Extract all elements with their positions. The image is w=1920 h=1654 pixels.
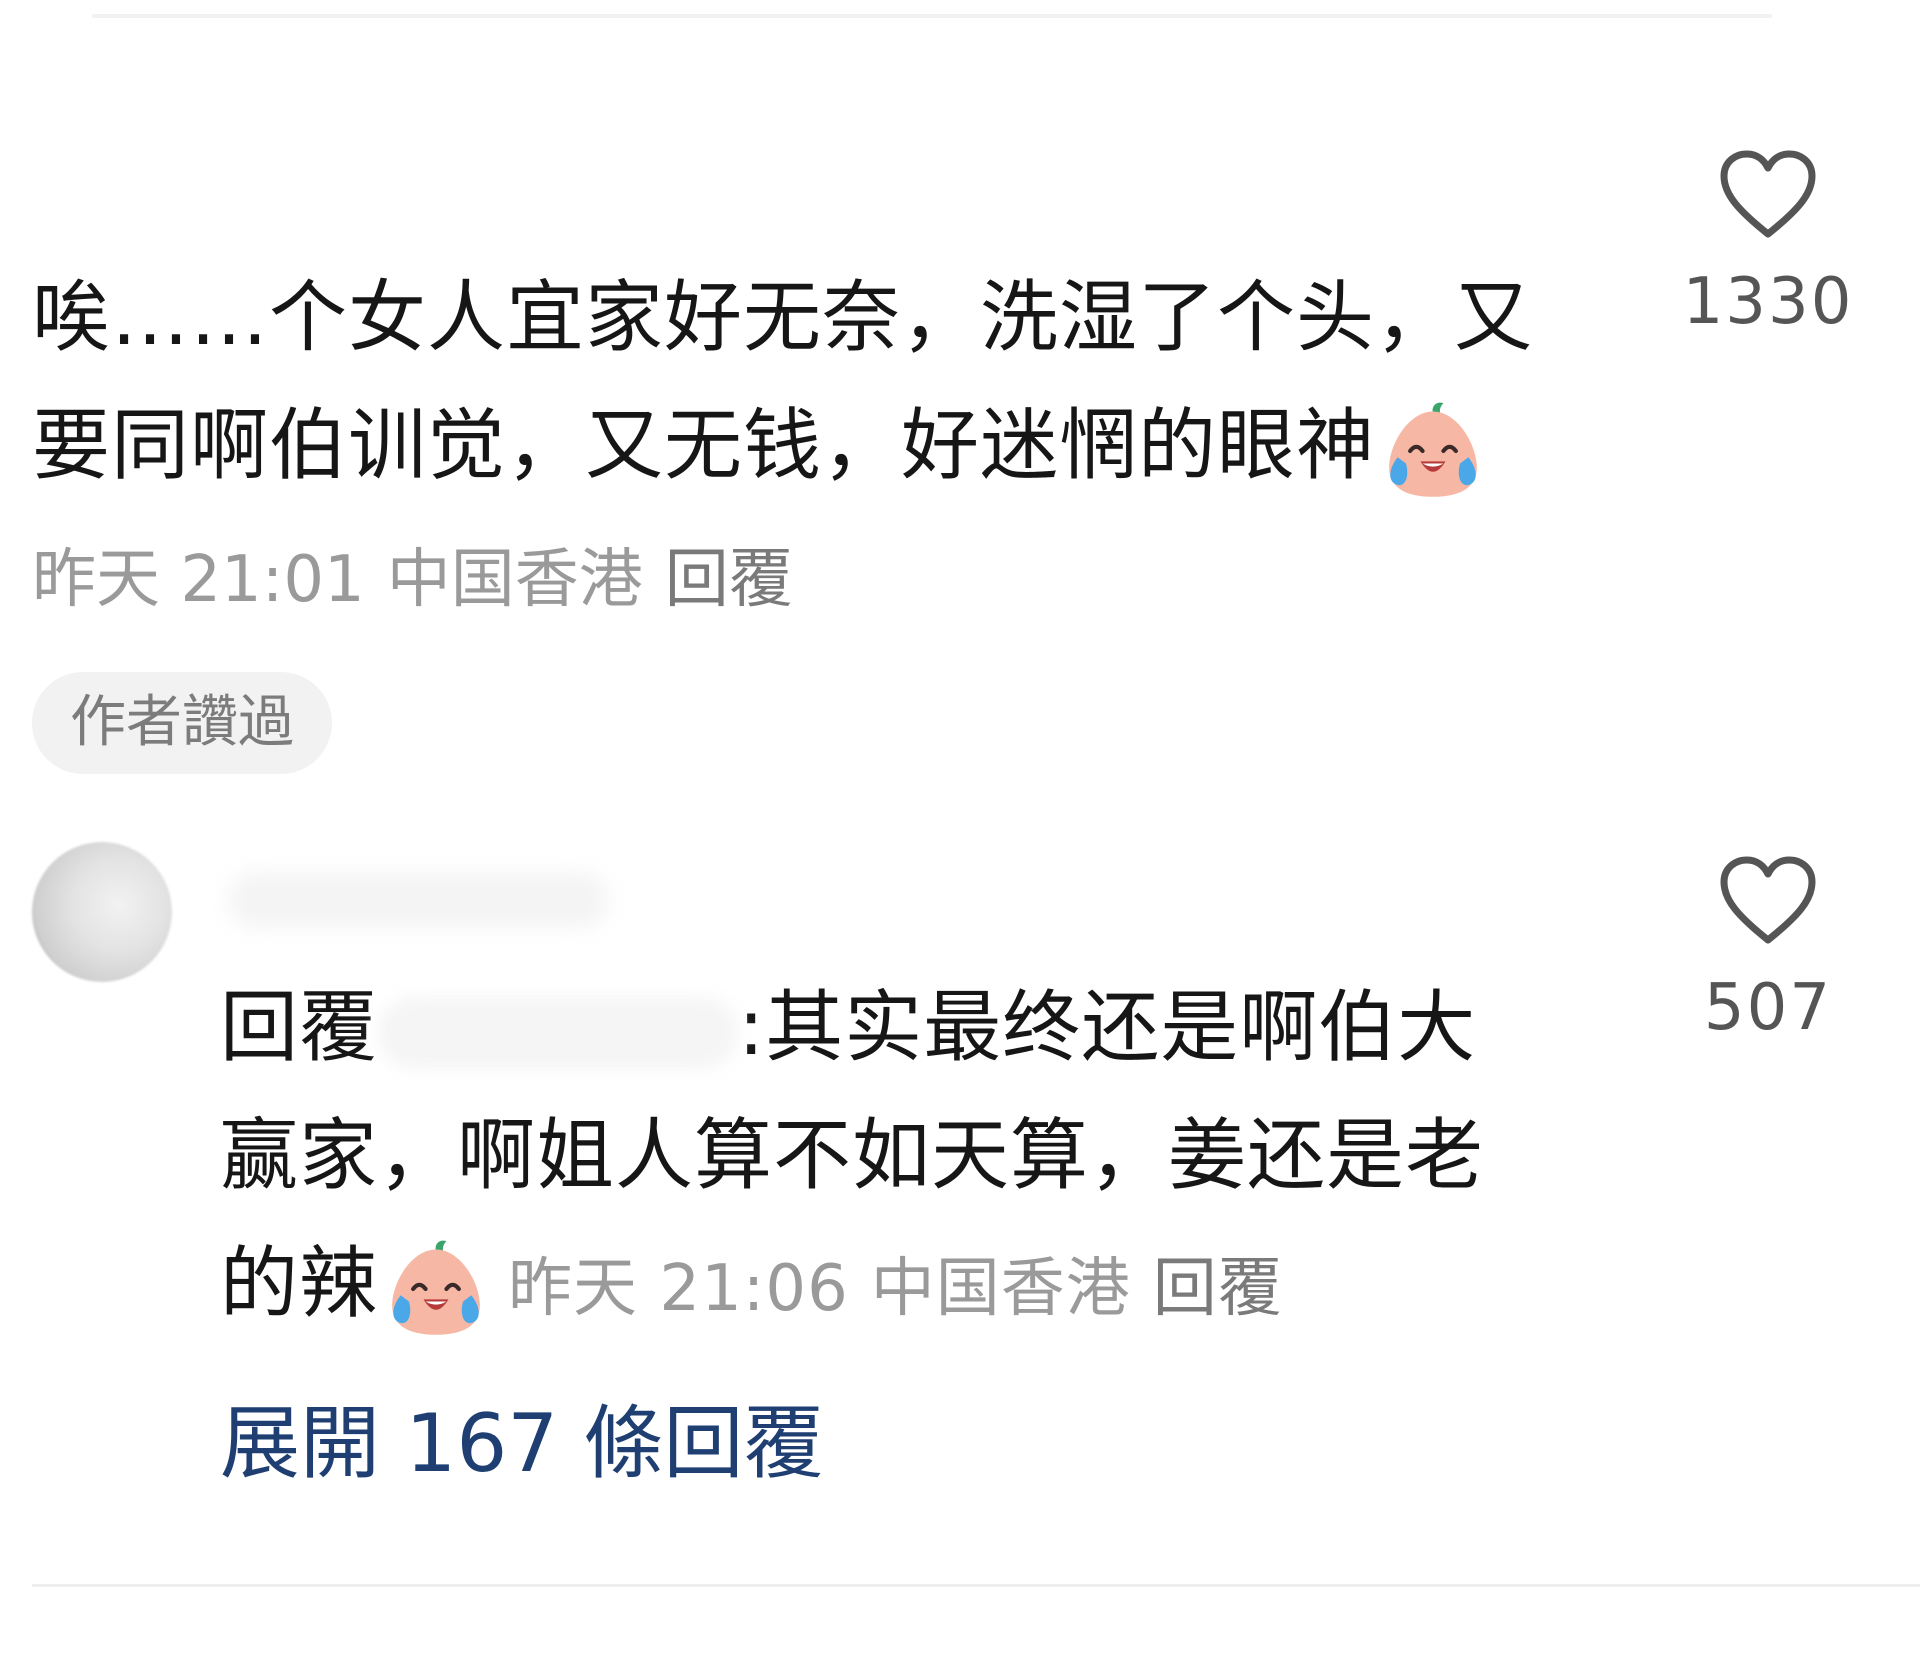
comment-2-time: 昨天 21:06	[508, 1251, 849, 1326]
comment-1-text: 唉……个女人宜家好无奈，洗湿了个头，又 要同啊伯训觉，又无钱，好迷惘的眼神	[32, 254, 1533, 510]
comment-1-line-1: 唉……个女人宜家好无奈，洗湿了个头，又	[32, 273, 1534, 363]
comment-1-time: 昨天 21:01	[32, 543, 365, 617]
comment-2-line-1-text: 其实最终还是啊伯大	[765, 983, 1477, 1073]
expand-replies-button[interactable]: 展開 167 條回覆	[220, 1394, 824, 1494]
bottom-divider	[32, 1584, 1920, 1587]
heart-icon[interactable]	[1718, 148, 1818, 242]
comment-1-line-2: 要同啊伯训觉，又无钱，好迷惘的眼神	[32, 382, 1533, 510]
comment-1-line-2-text: 要同啊伯训觉，又无钱，好迷惘的眼神	[32, 401, 1376, 491]
comment-2-line-3-text: 的辣	[220, 1239, 379, 1329]
comment-2-mention-colon: :	[738, 983, 766, 1073]
crying-laughing-peach-icon	[392, 1240, 480, 1335]
comment-2-line-3: 的辣 昨天 21:06 中国香港 回覆	[220, 1220, 1484, 1348]
comment-1-reply-button[interactable]: 回覆	[665, 543, 793, 617]
comment-2-like-count: 507	[1703, 971, 1833, 1045]
comment-1-location: 中国香港	[386, 543, 643, 617]
username-redacted[interactable]	[228, 872, 608, 928]
comment-1-like-count: 1330	[1682, 265, 1854, 339]
comment-1-meta: 昨天 21:01 中国香港 回覆	[32, 540, 793, 620]
comment-1-like: 1330	[1668, 148, 1868, 342]
comment-2-text: 回覆:其实最终还是啊伯大 赢家，啊姐人算不如天算，姜还是老 的辣 昨天 21:0…	[220, 964, 1484, 1348]
comment-2-meta: 昨天 21:06 中国香港 回覆	[508, 1249, 1283, 1329]
comment-2-line-2: 赢家，啊姐人算不如天算，姜还是老	[220, 1111, 1485, 1201]
author-liked-badge: 作者讚過	[32, 672, 332, 774]
comment-2-location: 中国香港	[870, 1251, 1131, 1326]
mention-redacted[interactable]	[378, 996, 739, 1069]
avatar[interactable]	[32, 842, 172, 982]
heart-icon[interactable]	[1718, 854, 1818, 948]
comment-2-reply-prefix: 回覆	[220, 983, 379, 1073]
comment-2-line-1: 回覆:其实最终还是啊伯大	[220, 964, 1484, 1092]
comment-2-reply-button[interactable]: 回覆	[1153, 1252, 1283, 1326]
crying-laughing-peach-icon	[1389, 402, 1477, 497]
top-divider	[92, 14, 1772, 18]
comment-2-like: 507	[1668, 854, 1868, 1048]
